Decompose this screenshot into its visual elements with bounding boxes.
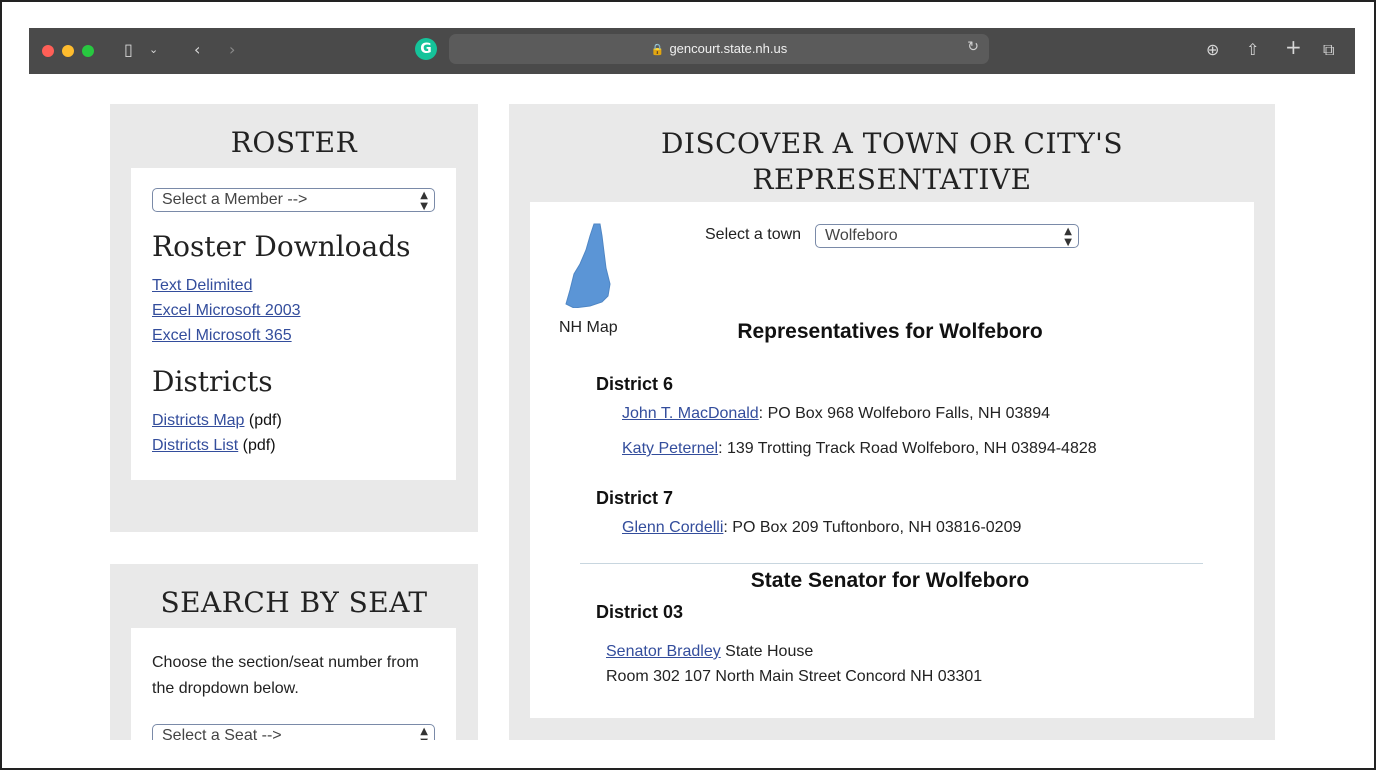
discover-card: NH Map Select a town Wolfeboro ▲ ▼ Repres… [530, 202, 1254, 718]
address-bar[interactable]: 🔒 gencourt.state.nh.us ↻ [449, 34, 989, 64]
town-select-value: Wolfeboro [825, 227, 898, 244]
roster-downloads-heading: Roster Downloads [152, 230, 411, 263]
discover-title-line2: REPRESENTATIVE [752, 163, 1032, 196]
rep-katy-peternel-link[interactable]: Katy Peternel [622, 440, 718, 457]
rep-address: : PO Box 209 Tuftonboro, NH 03816-0209 [723, 519, 1022, 536]
browser-toolbar: ▯ ⌄ ‹ › G 🔒 gencourt.state.nh.us ↻ ⊕ ⇧ + … [29, 28, 1355, 74]
url-text: gencourt.state.nh.us [669, 41, 788, 56]
roster-title: ROSTER [230, 126, 358, 159]
discover-title-line1: DISCOVER A TOWN OR CITY'S [660, 127, 1124, 160]
forward-icon[interactable]: › [229, 40, 235, 60]
district-7-heading: District 7 [596, 488, 674, 508]
screenshot-frame: ▯ ⌄ ‹ › G 🔒 gencourt.state.nh.us ↻ ⊕ ⇧ + … [0, 0, 1376, 770]
districts-links: Districts Map (pdf) Districts List (pdf) [152, 408, 282, 458]
nh-map-label: NH Map [559, 319, 618, 336]
downloads-icon[interactable]: ⊕ [1206, 40, 1219, 60]
sidebar-icon[interactable]: ▯ [124, 40, 133, 60]
downloads-list: Text Delimited Excel Microsoft 2003 Exce… [152, 273, 301, 348]
member-select[interactable]: Select a Member --> ▲ ▼ [152, 188, 435, 212]
grammarly-extension-icon[interactable]: G [415, 38, 437, 60]
zoom-window-button[interactable] [82, 45, 94, 57]
senator-district-heading: District 03 [596, 602, 684, 622]
roster-panel: ROSTER Select a Member --> ▲ ▼ Roster Dow… [110, 104, 478, 532]
representative-row: John T. MacDonald: PO Box 968 Wolfeboro … [622, 405, 1050, 423]
new-tab-icon[interactable]: + [1285, 37, 1302, 57]
back-icon[interactable]: ‹ [194, 40, 200, 60]
search-seat-description: Choose the section/seat number from the … [152, 654, 419, 697]
rep-john-macdonald-link[interactable]: John T. MacDonald [622, 405, 759, 422]
window-controls [42, 45, 94, 57]
district-6-heading: District 6 [596, 374, 674, 394]
download-excel-2003-link[interactable]: Excel Microsoft 2003 [152, 302, 301, 319]
discover-title: DISCOVER A TOWN OR CITY'S REPRESENTATIVE [509, 126, 1275, 198]
download-excel-365-link[interactable]: Excel Microsoft 365 [152, 327, 292, 344]
senator-info: Senator Bradley State House Room 302 107… [606, 639, 982, 689]
search-seat-panel: SEARCH BY SEAT Choose the section/seat n… [110, 564, 478, 740]
senator-heading: State Senator for Wolfeboro [750, 569, 1030, 592]
select-arrows-icon: ▲▼ [420, 190, 428, 212]
representatives-heading: Representatives for Wolfeboro [737, 320, 1043, 343]
representative-row: Katy Peternel: 139 Trotting Track Road W… [622, 440, 1097, 458]
roster-card: Select a Member --> ▲ ▼ Roster Downloads … [131, 168, 456, 480]
districts-map-link[interactable]: Districts Map [152, 412, 244, 429]
discover-panel: DISCOVER A TOWN OR CITY'S REPRESENTATIVE… [509, 104, 1275, 740]
senator-bradley-link[interactable]: Senator Bradley [606, 643, 721, 660]
representative-row: Glenn Cordelli: PO Box 209 Tuftonboro, N… [622, 519, 1021, 537]
rep-glenn-cordelli-link[interactable]: Glenn Cordelli [622, 519, 723, 536]
select-arrows-icon: ▲▼ [420, 726, 428, 740]
rep-address: : 139 Trotting Track Road Wolfeboro, NH … [718, 440, 1097, 457]
reload-icon[interactable]: ↻ [967, 39, 979, 55]
districts-map-suffix: (pdf) [244, 412, 282, 429]
districts-list-link[interactable]: Districts List [152, 437, 238, 454]
close-window-button[interactable] [42, 45, 54, 57]
select-arrows-icon: ▲▼ [1064, 226, 1072, 248]
districts-list-suffix: (pdf) [238, 437, 276, 454]
chevron-down-icon[interactable]: ⌄ [149, 40, 158, 60]
share-icon[interactable]: ⇧ [1246, 40, 1259, 60]
select-town-label: Select a town [705, 226, 802, 243]
section-divider [580, 563, 1203, 564]
lock-icon: 🔒 [650, 43, 665, 56]
town-select[interactable]: Wolfeboro ▲ ▼ [815, 224, 1079, 248]
seat-select-value: Select a Seat --> [162, 727, 282, 740]
senator-address-line2: Room 302 107 North Main Street Concord N… [606, 668, 983, 685]
tab-overview-icon[interactable]: ⧉ [1323, 40, 1334, 60]
nh-map-icon[interactable] [564, 222, 614, 308]
minimize-window-button[interactable] [62, 45, 74, 57]
seat-select[interactable]: Select a Seat --> ▲▼ [152, 724, 435, 740]
senator-address-line1: State House [720, 643, 814, 660]
member-select-value: Select a Member --> [162, 191, 308, 208]
download-text-delimited-link[interactable]: Text Delimited [152, 277, 252, 294]
rep-address: : PO Box 968 Wolfeboro Falls, NH 03894 [758, 405, 1051, 422]
search-seat-card: Choose the section/seat number from the … [131, 628, 456, 740]
districts-heading: Districts [152, 365, 273, 398]
search-seat-title: SEARCH BY SEAT [160, 586, 428, 619]
